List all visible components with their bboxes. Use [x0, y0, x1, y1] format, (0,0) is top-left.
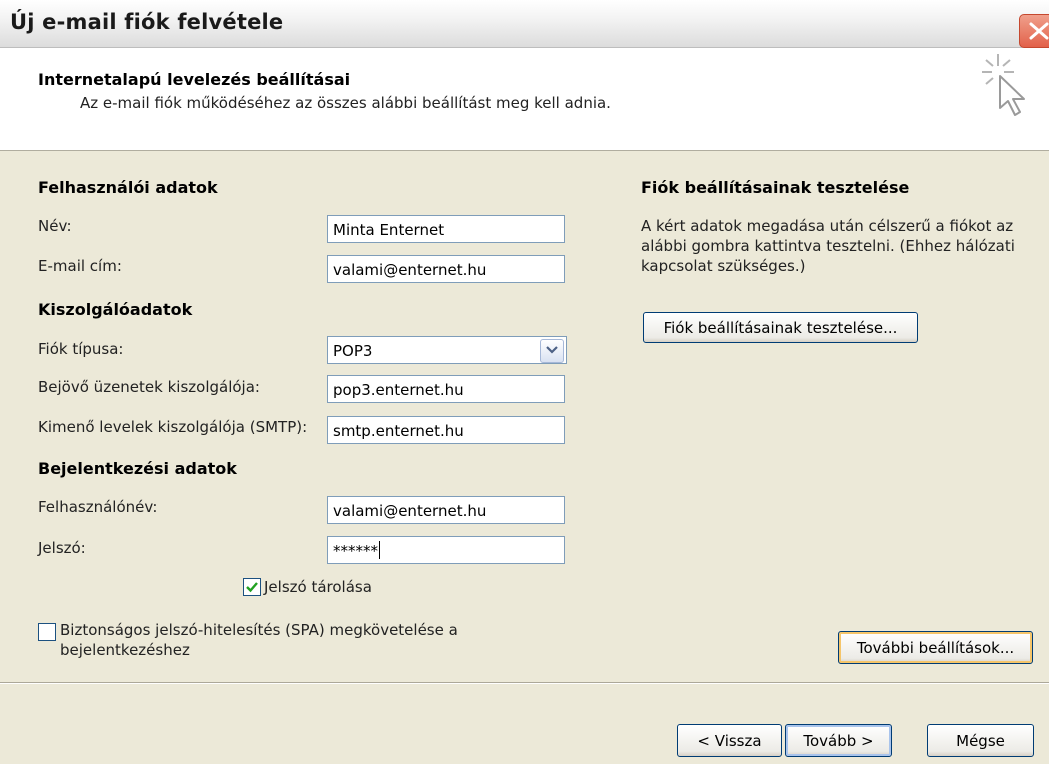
- test-account-button[interactable]: Fiók beállításainak tesztelése...: [643, 312, 918, 343]
- incoming-server-input[interactable]: pop3.enternet.hu: [327, 375, 565, 403]
- close-icon: [1029, 22, 1049, 40]
- account-type-select[interactable]: POP3: [327, 336, 567, 364]
- title-bar: Új e-mail fiók felvétele: [0, 0, 1049, 48]
- account-type-value: POP3: [333, 342, 373, 360]
- header-title: Internetalapú levelezés beállításai: [38, 70, 351, 89]
- outgoing-server-input[interactable]: smtp.enternet.hu: [327, 416, 565, 444]
- more-settings-button[interactable]: További beállítások...: [838, 631, 1033, 664]
- remember-password-checkbox[interactable]: [243, 578, 261, 596]
- test-desc-line1: A kért adatok megadása után célszerű a f…: [641, 217, 1014, 235]
- outgoing-server-label: Kimenő levelek kiszolgálója (SMTP):: [38, 418, 308, 436]
- chevron-down-icon: [546, 346, 558, 354]
- text-caret: [379, 541, 380, 559]
- name-input[interactable]: Minta Enternet: [327, 215, 565, 243]
- incoming-server-label: Bejövő üzenetek kiszolgálója:: [38, 378, 260, 396]
- checkmark-icon: [246, 582, 258, 593]
- spa-label-line1: Biztonságos jelszó-hitelesítés (SPA) meg…: [60, 621, 458, 639]
- username-input[interactable]: valami@enternet.hu: [327, 496, 565, 524]
- cursor-sparkle-icon: [982, 54, 1025, 116]
- email-label: E-mail cím:: [38, 257, 122, 275]
- user-section-heading: Felhasználói adatok: [38, 178, 218, 197]
- dropdown-button[interactable]: [540, 339, 564, 363]
- username-value: valami@enternet.hu: [333, 502, 487, 520]
- password-label: Jelszó:: [38, 539, 86, 557]
- spa-label-line2: bejelentkezéshez: [60, 641, 190, 659]
- email-input[interactable]: valami@enternet.hu: [327, 255, 565, 283]
- next-button[interactable]: Tovább >: [785, 724, 892, 757]
- test-section-heading: Fiók beállításainak tesztelése: [641, 178, 910, 197]
- remember-password-label: Jelszó tárolása: [264, 578, 372, 596]
- test-desc-line2: alábbi gombra kattintva tesztelni. (Ehhe…: [641, 237, 1015, 255]
- password-value: ******: [333, 542, 378, 560]
- incoming-server-value: pop3.enternet.hu: [333, 381, 464, 399]
- name-value: Minta Enternet: [333, 221, 445, 239]
- cancel-button[interactable]: Mégse: [927, 724, 1034, 757]
- footer-divider: [0, 682, 1049, 684]
- spa-checkbox[interactable]: [38, 623, 56, 641]
- login-section-heading: Bejelentkezési adatok: [38, 459, 237, 478]
- password-input[interactable]: ******: [327, 536, 565, 564]
- wizard-header: Internetalapú levelezés beállításai Az e…: [0, 48, 1049, 151]
- close-button[interactable]: [1019, 14, 1049, 48]
- server-section-heading: Kiszolgálóadatok: [38, 300, 193, 319]
- name-label: Név:: [38, 217, 72, 235]
- username-label: Felhasználónév:: [38, 498, 158, 516]
- back-button[interactable]: < Vissza: [677, 724, 782, 757]
- email-value: valami@enternet.hu: [333, 261, 487, 279]
- header-subtitle: Az e-mail fiók működéséhez az összes alá…: [80, 94, 611, 112]
- window-title: Új e-mail fiók felvétele: [10, 10, 284, 34]
- account-type-label: Fiók típusa:: [38, 340, 124, 358]
- test-desc-line3: kapcsolat szükséges.): [641, 257, 806, 275]
- outgoing-server-value: smtp.enternet.hu: [333, 422, 464, 440]
